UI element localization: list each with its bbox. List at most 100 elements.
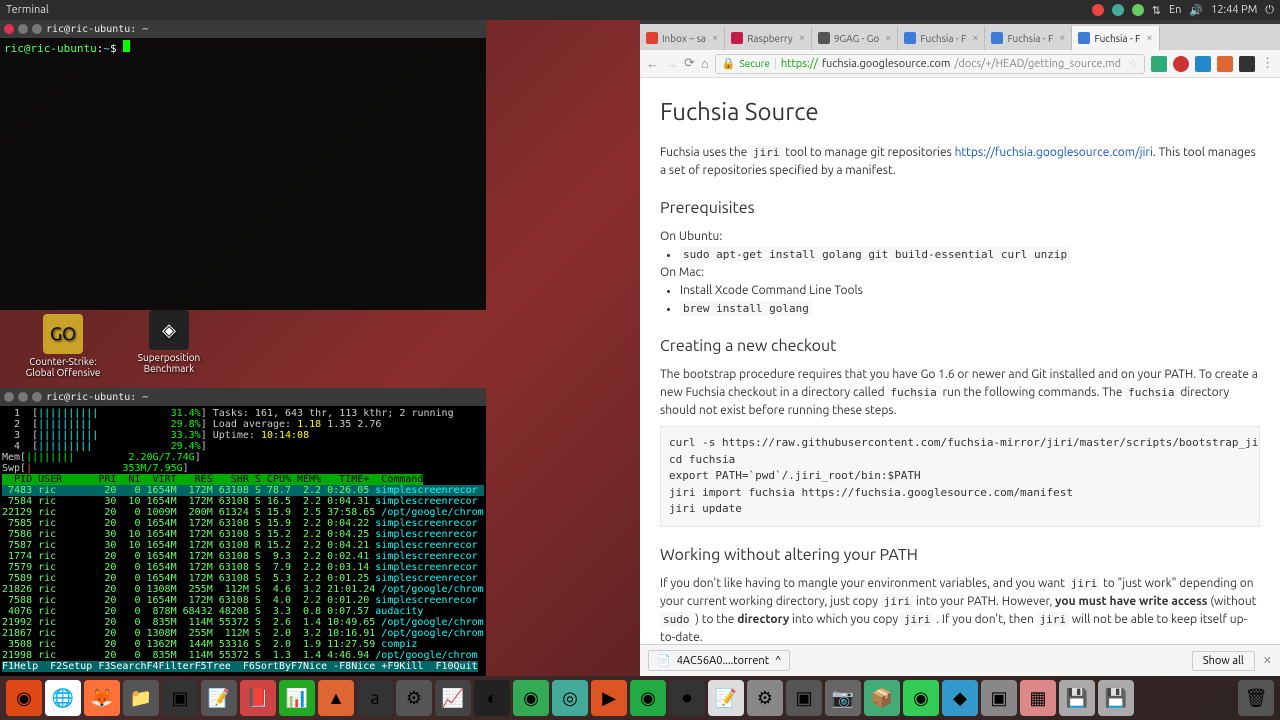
- dock-app-icon[interactable]: 💾: [1059, 680, 1095, 716]
- dock-terminal-icon[interactable]: ▣: [162, 680, 198, 716]
- htop-row: 7579 ric 20 0 1654M 172M 63108 S 7.9 2.2…: [2, 562, 484, 573]
- lock-icon: 🔒: [722, 57, 736, 70]
- close-icon[interactable]: ×: [712, 32, 718, 44]
- dock-virtualbox-icon[interactable]: 📦: [864, 680, 900, 716]
- browser-tab[interactable]: 9GAG - Go×: [812, 26, 898, 50]
- dock-editor-icon[interactable]: 📝: [201, 680, 237, 716]
- dock-amazon-icon[interactable]: a: [357, 680, 393, 716]
- htop-row: 7587 ric 30 10 1654M 172M 63108 R 15.2 2…: [2, 540, 484, 551]
- close-icon[interactable]: ✕: [1263, 654, 1272, 667]
- dock-app-icon[interactable]: 📈: [435, 680, 471, 716]
- extension-icon[interactable]: [1151, 56, 1167, 72]
- browser-tab[interactable]: Fuchsia - F×: [898, 26, 985, 50]
- extension-icon[interactable]: [1239, 56, 1255, 72]
- menu-icon[interactable]: ⋮: [1261, 56, 1274, 71]
- dock-app-icon[interactable]: ▲: [318, 680, 354, 716]
- dock-app-icon[interactable]: ▣: [981, 680, 1017, 716]
- htop-row: 1774 ric 20 0 1654M 172M 63108 S 9.3 2.2…: [2, 551, 484, 562]
- back-icon[interactable]: ←: [646, 56, 659, 71]
- dock-trash-icon[interactable]: 🗑: [1238, 680, 1274, 716]
- url-field[interactable]: 🔒 Secure | https://fuchsia.googlesource.…: [715, 54, 1145, 74]
- close-icon[interactable]: [4, 24, 14, 34]
- favicon: [991, 32, 1003, 44]
- dock-app-icon[interactable]: ◆: [942, 680, 978, 716]
- dock-steam-icon[interactable]: ◐: [474, 680, 510, 716]
- extension-icon[interactable]: [1195, 56, 1211, 72]
- home-icon[interactable]: ⌂: [701, 56, 709, 71]
- browser-tab[interactable]: Fuchsia - F×: [985, 26, 1072, 50]
- superposition-icon: ◈: [149, 310, 189, 350]
- terminal-body[interactable]: ric@ric-ubuntu:~$: [0, 38, 486, 57]
- terminal-window-htop[interactable]: ric@ric-ubuntu: ~ 1 [|||||||||| 31.4%] T…: [0, 388, 486, 676]
- checkout-heading: Creating a new checkout: [660, 334, 1260, 358]
- clock[interactable]: 12:44 PM: [1211, 4, 1257, 16]
- top-menubar: Terminal ⇅ En 🔊 12:44 PM ⏻: [0, 0, 1280, 20]
- close-icon[interactable]: ×: [799, 32, 805, 44]
- power-icon[interactable]: ⏻: [1265, 4, 1274, 17]
- close-icon[interactable]: ×: [1146, 32, 1152, 44]
- dock-app-icon[interactable]: ⚙: [396, 680, 432, 716]
- tray-volume-icon[interactable]: 🔊: [1189, 4, 1203, 17]
- terminal-titlebar[interactable]: ric@ric-ubuntu: ~: [0, 388, 486, 406]
- dock-app-icon[interactable]: 📕: [240, 680, 276, 716]
- extension-icon[interactable]: [1217, 56, 1233, 72]
- download-item[interactable]: 📄 4AC56A0....torrent ^: [648, 650, 790, 671]
- htop-row: 7585 ric 20 0 1654M 172M 63108 S 15.9 2.…: [2, 518, 484, 529]
- browser-tab[interactable]: Raspberry×: [725, 26, 812, 50]
- dock-app-icon[interactable]: ▦: [1020, 680, 1056, 716]
- dock-app-icon[interactable]: 📷: [825, 680, 861, 716]
- tray-network-icon[interactable]: ⇅: [1152, 4, 1161, 17]
- dock-app-icon[interactable]: 💾: [1098, 680, 1134, 716]
- close-icon[interactable]: ×: [1059, 32, 1065, 44]
- dock-chrome-icon[interactable]: 🌐: [45, 680, 81, 716]
- desktop-icon-superposition[interactable]: ◈ Superposition Benchmark: [124, 310, 214, 374]
- dock-ubuntu-icon[interactable]: ◉: [6, 680, 42, 716]
- dock-obs-icon[interactable]: ⏺: [669, 680, 705, 716]
- terminal-window-1[interactable]: ric@ric-ubuntu: ~ ric@ric-ubuntu:~$: [0, 20, 486, 310]
- maximize-icon[interactable]: [32, 392, 42, 402]
- browser-tab[interactable]: Fuchsia - F×: [1072, 26, 1159, 50]
- desktop-icon-csgo[interactable]: GO Counter-Strike: Global Offensive: [18, 314, 108, 378]
- htop-footer: F1Help F2Setup F3SearchF4FilterF5Tree F6…: [2, 661, 478, 672]
- minimize-icon[interactable]: [18, 24, 28, 34]
- forward-icon[interactable]: →: [665, 56, 678, 71]
- show-all-button[interactable]: Show all: [1192, 651, 1255, 671]
- star-icon[interactable]: ☆: [1128, 57, 1138, 70]
- dock-app-icon[interactable]: ◉: [630, 680, 666, 716]
- dock-app-icon[interactable]: ⚙: [747, 680, 783, 716]
- chevron-up-icon[interactable]: ^: [775, 655, 781, 667]
- checkout-codeblock[interactable]: curl -s https://raw.githubusercontent.co…: [660, 426, 1260, 527]
- tray-notification-icon[interactable]: [1092, 4, 1104, 16]
- dock-app-icon[interactable]: ▣: [786, 680, 822, 716]
- tray-chrome-icon[interactable]: [1112, 4, 1124, 16]
- reload-icon[interactable]: ⟳: [684, 56, 695, 71]
- download-bar: 📄 4AC56A0....torrent ^ Show all ✕: [640, 644, 1280, 676]
- close-icon[interactable]: ×: [972, 32, 978, 44]
- terminal-titlebar[interactable]: ric@ric-ubuntu: ~: [0, 20, 486, 38]
- dock-app-icon[interactable]: ◉: [513, 680, 549, 716]
- dock-app-icon[interactable]: ▶: [591, 680, 627, 716]
- browser-tab[interactable]: Inbox – sa×: [640, 26, 725, 50]
- dock-app-icon[interactable]: ◎: [552, 680, 588, 716]
- minimize-icon[interactable]: [18, 392, 28, 402]
- dock-app-icon[interactable]: 📝: [708, 680, 744, 716]
- htop-row: 7586 ric 30 10 1654M 172M 63108 S 15.2 2…: [2, 529, 484, 540]
- dock-app-icon[interactable]: ◉: [903, 680, 939, 716]
- htop-output: 1 [|||||||||| 31.4%] Tasks: 161, 643 thr…: [0, 406, 486, 674]
- prompt-user: ric@ric-ubuntu: [4, 42, 97, 55]
- tray-status-icon[interactable]: [1132, 4, 1144, 16]
- dock-files-icon[interactable]: 📁: [123, 680, 159, 716]
- active-app-title: Terminal: [6, 4, 49, 16]
- dock-calc-icon[interactable]: 📊: [279, 680, 315, 716]
- maximize-icon[interactable]: [32, 24, 42, 34]
- pinterest-icon[interactable]: [1173, 56, 1189, 72]
- dock: ◉ 🌐 🦊 📁 ▣ 📝 📕 📊 ▲ a ⚙ 📈 ◐ ◉ ◎ ▶ ◉ ⏺ 📝 ⚙ …: [0, 676, 1280, 720]
- prompt-path: ~: [103, 42, 110, 55]
- close-icon[interactable]: [4, 392, 14, 402]
- close-icon[interactable]: ×: [885, 32, 891, 44]
- htop-row: 21998 ric 20 0 835M 114M 55372 S 1.3 1.4…: [2, 650, 484, 661]
- tray-language-icon[interactable]: En: [1169, 4, 1181, 16]
- jiri-link[interactable]: https://fuchsia.googlesource.com/jiri: [955, 146, 1153, 159]
- dock-firefox-icon[interactable]: 🦊: [84, 680, 120, 716]
- file-icon: 📄: [657, 654, 671, 667]
